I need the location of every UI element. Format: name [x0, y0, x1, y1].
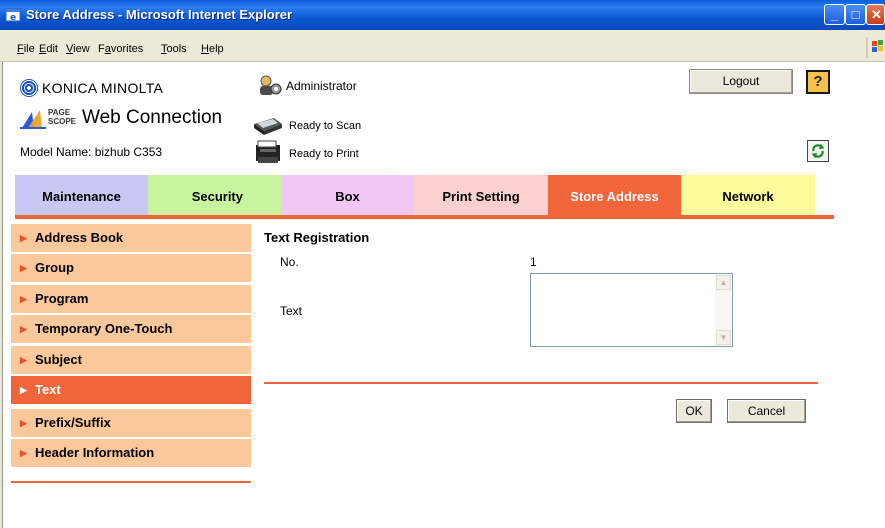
sidebar-item-temporary-one-touch[interactable]: ▶ Temporary One-Touch	[11, 315, 251, 343]
textarea-scrollbar[interactable]: ▲ ▼	[715, 274, 732, 346]
user-name: Administrator	[286, 79, 357, 93]
pagescope-text: PAGE SCOPE	[48, 108, 76, 126]
pagescope-line1: PAGE	[48, 108, 71, 117]
menu-help[interactable]: Help	[201, 43, 224, 55]
help-button[interactable]: ?	[806, 70, 830, 94]
arrow-icon: ▶	[20, 448, 27, 458]
menu-edit-label: dit	[46, 43, 58, 55]
ie-window-icon: e	[5, 8, 21, 23]
scanner-icon	[254, 118, 282, 135]
arrow-icon: ▶	[20, 324, 27, 334]
close-icon: ✕	[871, 7, 882, 22]
pagescope-line2: SCOPE	[48, 117, 77, 126]
administrator-icon	[260, 75, 282, 95]
menu-tools[interactable]: Tools	[161, 43, 187, 55]
refresh-icon[interactable]	[807, 140, 829, 162]
sidebar-item-label: Subject	[35, 352, 82, 367]
ok-button[interactable]: OK	[676, 399, 712, 423]
maximize-button[interactable]: □	[845, 4, 866, 25]
menu-tools-label: ools	[166, 43, 187, 55]
frame-border	[0, 62, 3, 528]
logout-button[interactable]: Logout	[689, 69, 793, 94]
close-button[interactable]: ✕	[866, 4, 885, 25]
arrow-icon: ▶	[20, 263, 27, 273]
arrow-icon: ▶	[20, 355, 27, 365]
sidebar-item-program[interactable]: ▶ Program	[11, 285, 251, 313]
sidebar-item-label: Text	[35, 382, 61, 397]
no-value: 1	[530, 255, 537, 269]
cancel-button[interactable]: Cancel	[727, 399, 806, 423]
tab-print-setting[interactable]: Print Setting	[414, 175, 548, 215]
sidebar-item-label: Address Book	[35, 230, 124, 245]
tab-maintenance[interactable]: Maintenance	[15, 175, 148, 215]
sidebar-item-label: Temporary One-Touch	[35, 321, 173, 336]
menu-help-hotkey: H	[201, 43, 209, 55]
menu-help-label: elp	[208, 43, 224, 55]
product-name: Web Connection	[82, 107, 223, 128]
tab-box[interactable]: Box	[281, 175, 414, 215]
menu-bar: File Edit View Favorites Tools Help	[0, 30, 885, 62]
text-label: Text	[280, 304, 303, 318]
sidebar-divider	[11, 481, 251, 483]
menu-favorites-label: vorites	[110, 43, 144, 55]
sidebar-item-text[interactable]: ▶ Text	[11, 376, 251, 404]
tab-security[interactable]: Security	[148, 175, 281, 215]
maximize-icon: □	[851, 7, 860, 22]
sidebar-item-address-book[interactable]: ▶ Address Book	[11, 224, 251, 252]
menu-view-label: iew	[73, 43, 90, 55]
menu-favorites[interactable]: Favorites	[98, 43, 143, 55]
tab-store-address[interactable]: Store Address	[548, 175, 681, 215]
menu-view[interactable]: View	[66, 43, 90, 55]
window-titlebar: e Store Address - Microsoft Internet Exp…	[0, 0, 885, 30]
sidebar-item-label: Prefix/Suffix	[35, 415, 111, 430]
scan-status: Ready to Scan	[289, 120, 362, 132]
minimize-button[interactable]: _	[824, 4, 845, 25]
menu-edit[interactable]: Edit	[39, 43, 58, 55]
arrow-icon: ▶	[20, 294, 27, 304]
menu-file[interactable]: File	[17, 43, 35, 55]
window-title: Store Address - Microsoft Internet Explo…	[26, 7, 293, 22]
sidebar-item-subject[interactable]: ▶ Subject	[11, 346, 251, 374]
arrow-icon: ▶	[20, 418, 27, 428]
scroll-down-icon[interactable]: ▼	[716, 330, 731, 345]
menu-favorites-pre: F	[98, 43, 105, 55]
arrow-icon: ▶	[20, 385, 27, 395]
sidebar-item-label: Header Information	[35, 445, 155, 460]
sidebar-item-header-information[interactable]: ▶ Header Information	[11, 439, 251, 467]
form-divider	[264, 382, 818, 384]
sidebar-item-group[interactable]: ▶ Group	[11, 254, 251, 282]
windows-flag-icon	[866, 35, 885, 60]
page-title: Text Registration	[264, 230, 370, 245]
konica-minolta-logo-icon	[20, 79, 38, 97]
text-input[interactable]: ▲ ▼	[530, 273, 733, 347]
no-label: No.	[280, 255, 299, 269]
svg-text:e: e	[10, 13, 16, 23]
sidebar-item-label: Group	[35, 260, 74, 275]
tab-network[interactable]: Network	[681, 175, 815, 215]
menu-file-label: ile	[23, 43, 35, 55]
menu-file-hotkey: F	[17, 43, 24, 55]
tab-underline	[15, 215, 834, 219]
brand-name: KONICA MINOLTA	[42, 80, 164, 96]
pagescope-logo-icon	[20, 110, 46, 129]
arrow-icon: ▶	[20, 233, 27, 243]
scroll-up-icon[interactable]: ▲	[716, 275, 731, 290]
model-name: Model Name: bizhub C353	[20, 145, 163, 159]
sidebar-item-label: Program	[35, 291, 89, 306]
minimize-icon: _	[830, 7, 839, 22]
printer-icon	[256, 140, 280, 163]
print-status: Ready to Print	[289, 148, 359, 160]
sidebar-item-prefix-suffix[interactable]: ▶ Prefix/Suffix	[11, 409, 251, 437]
